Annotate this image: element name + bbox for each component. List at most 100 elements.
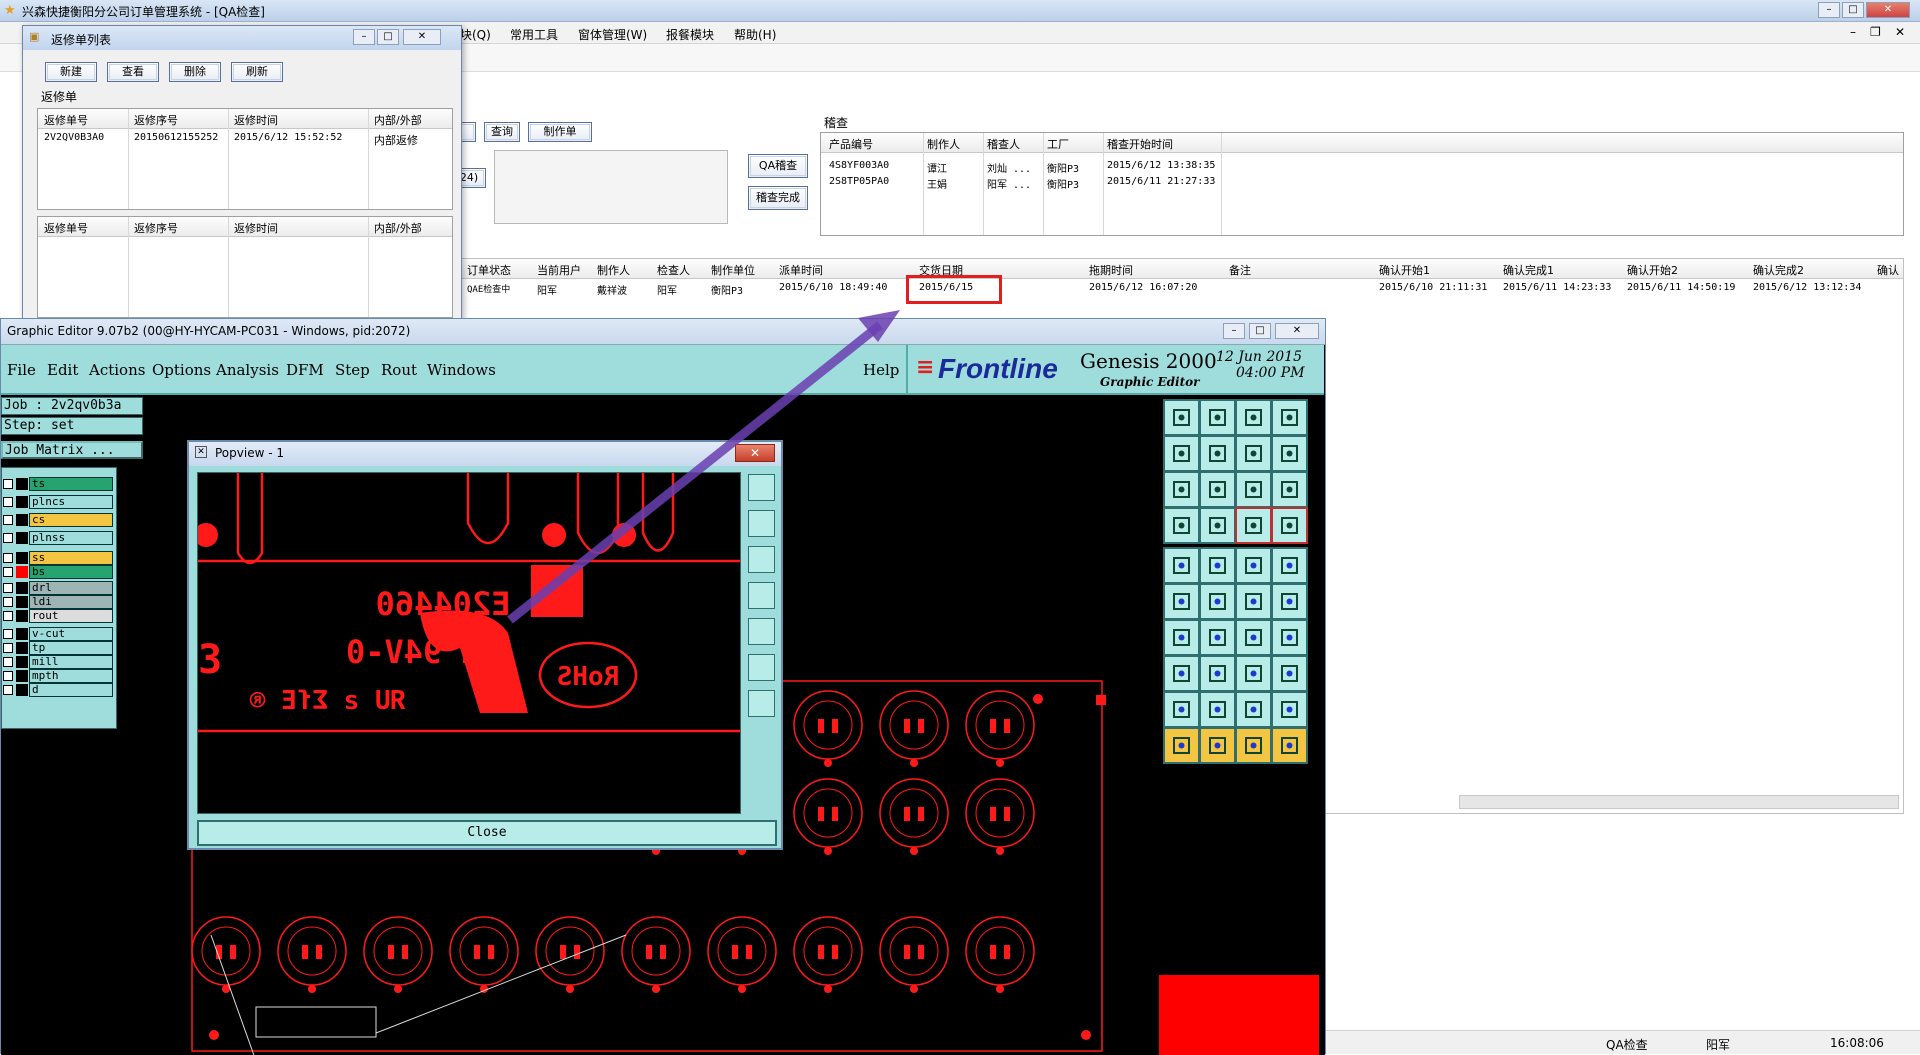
detail-col-time[interactable]: 返修时间 [234, 220, 278, 236]
detail-col-seq[interactable]: 返修序号 [134, 220, 178, 236]
layer-name[interactable]: mill [29, 655, 113, 669]
rework-refresh-button[interactable]: 刷新 [231, 62, 283, 82]
ge-menu-actions[interactable]: Actions [89, 361, 145, 379]
query-button[interactable]: 查询 [484, 122, 520, 142]
ge-menu-options[interactable]: Options [152, 361, 211, 379]
pop-pan-right-icon[interactable] [748, 618, 775, 645]
ge-menu-analysis[interactable]: Analysis [216, 361, 279, 379]
layer-checkbox[interactable] [3, 611, 13, 621]
wave-icon[interactable] [1271, 435, 1308, 472]
angle-icon[interactable] [1163, 619, 1200, 656]
tri-b-icon[interactable] [1199, 691, 1236, 728]
order-col-dispatch[interactable]: 派单时间 [779, 262, 823, 278]
layer-checkbox[interactable] [3, 515, 13, 525]
mirror-icon[interactable] [1271, 619, 1308, 656]
ge-close-button[interactable]: ✕ [1275, 323, 1319, 339]
layer-checkbox[interactable] [3, 685, 13, 695]
line-icon[interactable] [1199, 619, 1236, 656]
layer-checkbox[interactable] [3, 671, 13, 681]
scale-icon[interactable] [1235, 471, 1272, 508]
audit-col-auditor[interactable]: 稽查人 [987, 136, 1020, 152]
ge-menu-edit[interactable]: Edit [47, 361, 78, 379]
ge-minimize-button[interactable]: – [1223, 323, 1245, 339]
arrow-c-icon[interactable] [1235, 727, 1272, 764]
layer-name[interactable]: d [29, 683, 113, 697]
ge-maximize-button[interactable]: □ [1249, 323, 1271, 339]
layer-row-mill[interactable]: mill [1, 655, 114, 669]
layer-name[interactable]: plncs [29, 495, 113, 509]
order-col-confirm2e[interactable]: 确认完成2 [1753, 262, 1804, 278]
layer-row-d[interactable]: d [1, 683, 114, 697]
snap-icon[interactable] [1163, 507, 1200, 544]
ge-menu-windows[interactable]: Windows [427, 361, 496, 379]
menu-item-q[interactable]: 块(Q) [460, 26, 491, 43]
order-col-checker[interactable]: 检查人 [657, 262, 690, 278]
pop-pan-left-icon[interactable] [748, 582, 775, 609]
window-icon[interactable] [1271, 399, 1308, 436]
menu-item-help[interactable]: 帮助(H) [734, 26, 776, 43]
rework-row[interactable]: 2V2QV0B3A0 20150612155252 2015/6/12 15:5… [38, 131, 452, 147]
rework-delete-button[interactable]: 删除 [169, 62, 221, 82]
audit-col-maker[interactable]: 制作人 [927, 136, 960, 152]
rework-col-type[interactable]: 内部/外部 [374, 112, 422, 128]
measure-icon[interactable] [1235, 547, 1272, 584]
layer-checkbox[interactable] [3, 597, 13, 607]
rework-view-button[interactable]: 查看 [107, 62, 159, 82]
layer-checkbox[interactable] [3, 533, 13, 543]
pin-icon[interactable] [1235, 583, 1272, 620]
home-icon[interactable] [1235, 399, 1272, 436]
mdi-minimize[interactable]: – [1850, 25, 1856, 39]
order-col-note[interactable]: 备注 [1229, 262, 1251, 278]
order-col-confirm2s[interactable]: 确认开始2 [1627, 262, 1678, 278]
step-right-icon[interactable] [1199, 435, 1236, 472]
order-col-status[interactable]: 订单状态 [467, 262, 511, 278]
arrow-b-icon[interactable] [1199, 727, 1236, 764]
audit-col-factory[interactable]: 工厂 [1047, 136, 1069, 152]
arrow-d-icon[interactable] [1271, 727, 1308, 764]
order-col-confirm[interactable]: 确认 [1877, 262, 1899, 278]
close-button[interactable]: ✕ [1866, 2, 1910, 18]
cross-icon[interactable] [1199, 583, 1236, 620]
layer-name[interactable]: plnss [29, 531, 113, 545]
make-order-button[interactable]: 制作单 [528, 122, 592, 142]
open-icon[interactable] [1163, 399, 1200, 436]
order-row[interactable]: QAE检查中 阳军 戴祥波 阳军 衡阳P3 2015/6/10 18:49:40… [457, 281, 1903, 297]
rework-new-button[interactable]: 新建 [45, 62, 97, 82]
layer-checkbox[interactable] [3, 479, 13, 489]
layer-checkbox[interactable] [3, 497, 13, 507]
select-icon[interactable] [1199, 547, 1236, 584]
pop-zoom-out-icon[interactable] [748, 546, 775, 573]
tri-c-icon[interactable] [1235, 691, 1272, 728]
fit-icon[interactable] [1163, 471, 1200, 508]
menu-item-tools[interactable]: 常用工具 [510, 26, 558, 43]
resize-icon[interactable] [1235, 655, 1272, 692]
rework-col-time[interactable]: 返修时间 [234, 112, 278, 128]
table-row[interactable]: 2S8TP05PA0 王娟 阳军 ... 衡阳P3 2015/6/11 21:2… [821, 175, 1903, 191]
job-matrix-button[interactable]: Job Matrix ... [1, 441, 143, 459]
minimize-button[interactable]: – [1818, 2, 1840, 18]
ge-menu-file[interactable]: File [7, 361, 36, 379]
layer-row-ldi[interactable]: ldi [1, 595, 114, 609]
popview-close-x-button[interactable]: ✕ [735, 444, 775, 462]
layer-row-drl[interactable]: drl [1, 581, 114, 595]
tri-d-icon[interactable] [1271, 691, 1308, 728]
pop-home-icon[interactable] [748, 654, 775, 681]
pop-center-icon[interactable] [748, 690, 775, 717]
ge-menu-help[interactable]: Help [863, 361, 899, 379]
layer-checkbox[interactable] [3, 629, 13, 639]
layer-row-plnss[interactable]: plnss [1, 531, 114, 545]
layer-row-mpth[interactable]: mpth [1, 669, 114, 683]
audit-done-button[interactable]: 稽查完成 [748, 186, 808, 210]
layer-name[interactable]: rout [29, 609, 113, 623]
step-next-icon[interactable] [1235, 435, 1272, 472]
tri-a-icon[interactable] [1163, 691, 1200, 728]
layer-name[interactable]: drl [29, 581, 113, 595]
layer-name[interactable]: ldi [29, 595, 113, 609]
mdi-close[interactable]: ✕ [1895, 25, 1905, 39]
layer-row-cs[interactable]: cs [1, 513, 114, 527]
detail-col-no[interactable]: 返修单号 [44, 220, 88, 236]
minus-icon[interactable] [1199, 655, 1236, 692]
arrow-a-icon[interactable] [1163, 727, 1200, 764]
layer-checkbox[interactable] [3, 567, 13, 577]
grid-icon[interactable] [1199, 507, 1236, 544]
